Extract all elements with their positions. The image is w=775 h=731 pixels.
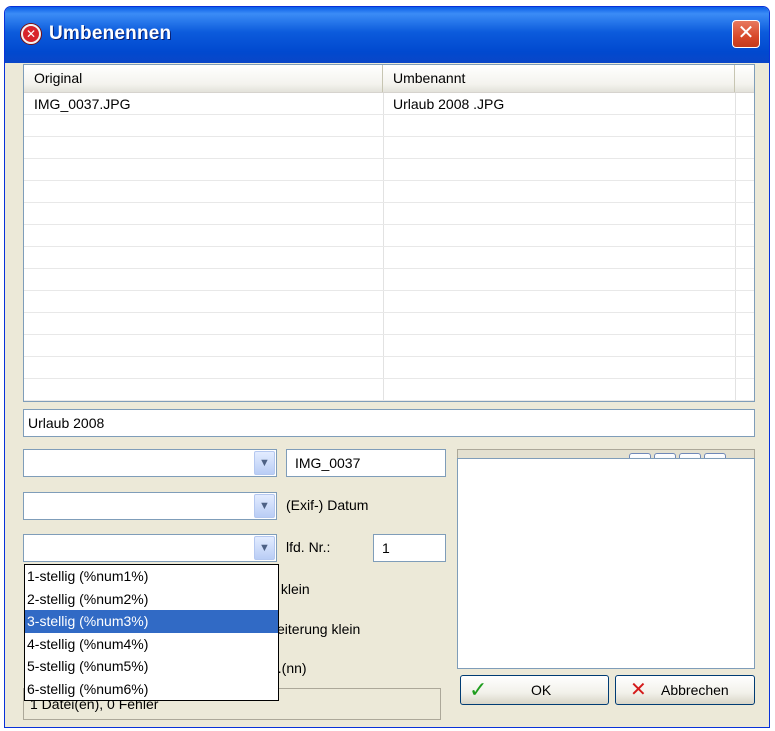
table-row[interactable] — [24, 335, 754, 357]
original-name-field[interactable]: IMG_0037 — [286, 449, 446, 477]
dropdown-option[interactable]: 4-stellig (%num4%) — [25, 633, 278, 656]
dropdown-option[interactable]: 5-stellig (%num5%) — [25, 655, 278, 678]
dropdown-option[interactable]: 2-stellig (%num2%) — [25, 588, 278, 611]
table-row[interactable] — [24, 313, 754, 335]
dropdown-option[interactable]: 1-stellig (%num1%) — [25, 565, 278, 588]
dialog-title: Umbenennen — [49, 23, 172, 44]
table-row[interactable] — [24, 357, 754, 379]
counter-start-field[interactable]: 1 — [373, 534, 446, 562]
table-row[interactable] — [24, 379, 754, 401]
table-row[interactable] — [24, 159, 754, 181]
app-logo-icon: ✕ — [21, 24, 41, 44]
column-header-renamed[interactable]: Umbenannt — [383, 65, 735, 92]
counter-format-combo[interactable]: ▼ — [23, 534, 277, 562]
title-bar[interactable]: ✕ Umbenennen ✕ — [5, 7, 769, 63]
table-row[interactable] — [24, 269, 754, 291]
column-header-spacer — [735, 65, 754, 92]
chevron-down-icon[interactable]: ▼ — [254, 451, 275, 475]
dropdown-option[interactable]: 6-stellig (%num6%) — [25, 678, 278, 701]
pattern-list[interactable] — [457, 458, 755, 669]
cross-icon: ✕ — [630, 679, 647, 701]
name-source-combo[interactable]: ▼ — [23, 449, 277, 477]
name-pattern-input[interactable]: Urlaub 2008 — [23, 409, 755, 437]
file-grid[interactable]: Original Umbenannt IMG_0037.JPG Urlaub 20… — [23, 64, 755, 402]
table-row[interactable] — [24, 225, 754, 247]
lowercase-extension-label: veiterung klein — [270, 621, 361, 637]
counter-label: lfd. Nr.: — [286, 539, 331, 555]
table-row[interactable]: IMG_0037.JPG Urlaub 2008 .JPG — [24, 93, 754, 115]
table-row[interactable] — [24, 203, 754, 225]
cancel-button[interactable]: ✕ Abbrechen — [615, 675, 755, 705]
date-source-combo[interactable]: ▼ — [23, 492, 277, 520]
grid-body: IMG_0037.JPG Urlaub 2008 .JPG — [24, 93, 754, 401]
rename-dialog: ✕ Umbenennen ✕ Original Umbenannt IMG_00… — [4, 6, 770, 728]
table-row[interactable] — [24, 115, 754, 137]
chevron-down-icon[interactable]: ▼ — [254, 536, 275, 560]
table-row[interactable] — [24, 291, 754, 313]
column-header-original[interactable]: Original — [24, 65, 383, 92]
grid-header: Original Umbenannt — [24, 65, 754, 93]
original-cell: IMG_0037.JPG — [34, 96, 131, 112]
checkmark-icon: ✓ — [469, 677, 488, 702]
table-row[interactable] — [24, 137, 754, 159]
renamed-cell: Urlaub 2008 .JPG — [393, 96, 505, 112]
close-button[interactable]: ✕ — [732, 20, 760, 48]
ok-button[interactable]: ✓ OK — [460, 675, 609, 705]
counter-format-dropdown[interactable]: 1-stellig (%num1%) 2-stellig (%num2%) 3-st… — [24, 564, 279, 701]
dropdown-option[interactable]: 3-stellig (%num3%) — [25, 610, 278, 633]
table-row[interactable] — [24, 181, 754, 203]
exif-date-label: (Exif-) Datum — [286, 497, 369, 513]
chevron-down-icon[interactable]: ▼ — [254, 494, 275, 518]
table-row[interactable] — [24, 247, 754, 269]
